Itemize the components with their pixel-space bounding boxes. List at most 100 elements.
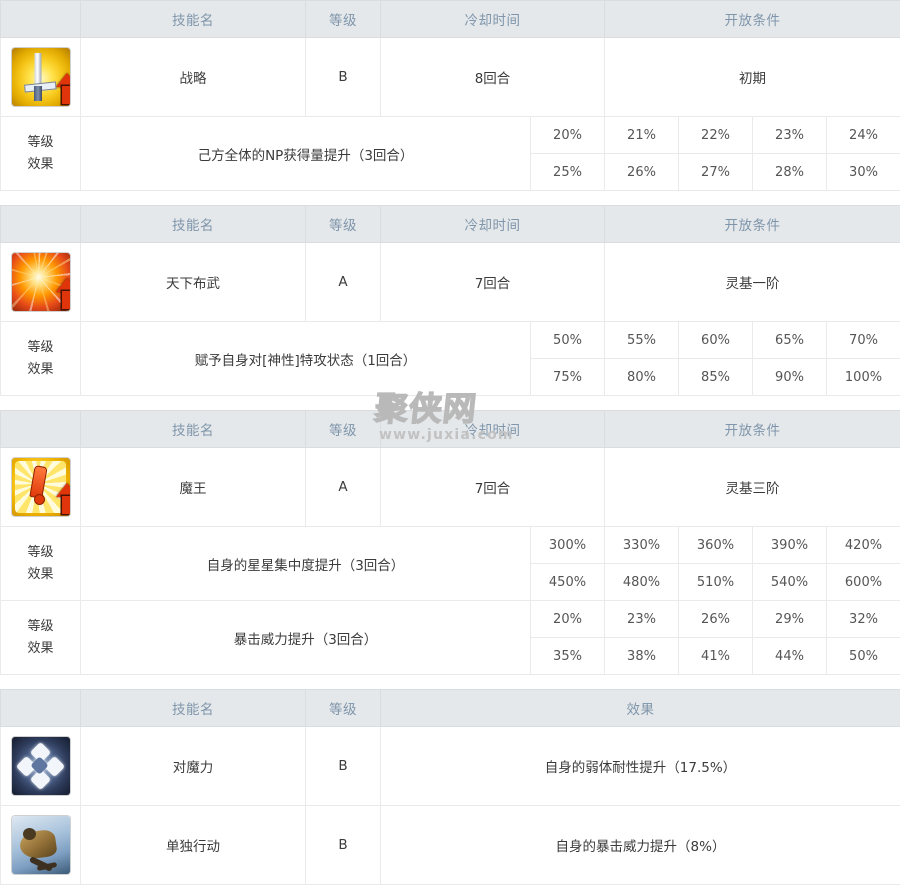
header-rank: 等级	[306, 411, 381, 448]
header-cooldown: 冷却时间	[381, 206, 605, 243]
header-icon-blank	[1, 411, 81, 448]
skill-unlock: 灵基三阶	[605, 448, 900, 527]
skill-icon-cell	[1, 448, 81, 527]
effect-value: 29%	[753, 601, 827, 638]
effect-value: 360%	[679, 527, 753, 564]
header-icon-blank	[1, 1, 81, 38]
skill-effect: 自身的暴击威力提升（8%）	[381, 806, 900, 885]
level-effect-label: 等级 效果	[1, 527, 81, 601]
passive-skill-row: 对魔力 B 自身的弱体耐性提升（17.5%）	[1, 727, 900, 806]
table-gap	[0, 396, 900, 410]
effect-value: 25%	[531, 154, 605, 191]
effect-value: 32%	[827, 601, 900, 638]
effect-value: 450%	[531, 564, 605, 601]
level-effect-label-line1: 等级	[1, 542, 80, 563]
level-effect-row-a: 等级 效果 自身的星星集中度提升（3回合） 300% 330% 360% 390…	[1, 527, 900, 564]
level-effect-label: 等级 效果	[1, 117, 81, 191]
effect-description: 己方全体的NP获得量提升（3回合）	[81, 117, 531, 191]
header-rank: 等级	[306, 206, 381, 243]
skill-icon-cell	[1, 727, 81, 806]
skill-name: 战略	[81, 38, 306, 117]
effect-value: 23%	[605, 601, 679, 638]
effect-value: 540%	[753, 564, 827, 601]
header-skill-name: 技能名	[81, 690, 306, 727]
level-effect-label-line2: 效果	[1, 638, 80, 659]
effect-value: 44%	[753, 638, 827, 675]
passive-skill-row: 单独行动 B 自身的暴击威力提升（8%）	[1, 806, 900, 885]
header-unlock: 开放条件	[605, 1, 900, 38]
table-header-row: 技能名 等级 冷却时间 开放条件	[1, 206, 900, 243]
skill-cooldown: 7回合	[381, 243, 605, 322]
effect-value: 26%	[605, 154, 679, 191]
skill-name: 天下布武	[81, 243, 306, 322]
effect-value: 480%	[605, 564, 679, 601]
skill-rank: B	[306, 806, 381, 885]
effect-value: 65%	[753, 322, 827, 359]
level-effect-label: 等级 效果	[1, 601, 81, 675]
effect-value: 60%	[679, 322, 753, 359]
skill-rank: B	[306, 727, 381, 806]
level-effect-label-line1: 等级	[1, 616, 80, 637]
level-effect-label: 等级 效果	[1, 322, 81, 396]
exclamation-buff-icon	[12, 458, 70, 516]
skill-rank: A	[306, 448, 381, 527]
effect-description: 自身的星星集中度提升（3回合）	[81, 527, 531, 601]
skill-summary-row: 天下布武 A 7回合 灵基一阶	[1, 243, 900, 322]
effect-value: 80%	[605, 359, 679, 396]
active-skill-table-2: 技能名 等级 冷却时间 开放条件 天下布武 A 7回合 灵基一阶 等级 效果 赋…	[0, 205, 900, 396]
magic-resistance-icon	[12, 737, 70, 795]
header-cooldown: 冷却时间	[381, 411, 605, 448]
effect-value: 20%	[531, 601, 605, 638]
header-skill-name: 技能名	[81, 206, 306, 243]
skill-icon-cell	[1, 38, 81, 117]
table-header-row: 技能名 等级 冷却时间 开放条件	[1, 411, 900, 448]
table-header-row: 技能名 等级 效果	[1, 690, 900, 727]
effect-value: 55%	[605, 322, 679, 359]
active-skill-table-1: 技能名 等级 冷却时间 开放条件 战略 B 8回合 初期 等级 效果 己方全体的…	[0, 0, 900, 191]
level-effect-row-a: 等级 效果 赋予自身对[神性]特攻状态（1回合） 50% 55% 60% 65%…	[1, 322, 900, 359]
effect-value: 100%	[827, 359, 900, 396]
effect-value: 420%	[827, 527, 900, 564]
table-gap	[0, 191, 900, 205]
header-skill-name: 技能名	[81, 411, 306, 448]
level-effect-label-line2: 效果	[1, 359, 80, 380]
header-unlock: 开放条件	[605, 206, 900, 243]
header-icon-blank	[1, 206, 81, 243]
effect-value: 38%	[605, 638, 679, 675]
effect-value: 35%	[531, 638, 605, 675]
skill-cooldown: 7回合	[381, 448, 605, 527]
skill-effect: 自身的弱体耐性提升（17.5%）	[381, 727, 900, 806]
explosion-buff-icon	[12, 253, 70, 311]
header-rank: 等级	[306, 1, 381, 38]
skill-icon-cell	[1, 806, 81, 885]
effect-value: 330%	[605, 527, 679, 564]
skill-name: 对魔力	[81, 727, 306, 806]
effect-value: 28%	[753, 154, 827, 191]
effect-description: 暴击威力提升（3回合）	[81, 601, 531, 675]
effect-value: 85%	[679, 359, 753, 396]
effect-value: 24%	[827, 117, 900, 154]
effect-value: 50%	[531, 322, 605, 359]
effect-value: 21%	[605, 117, 679, 154]
effect-value: 510%	[679, 564, 753, 601]
effect-value: 70%	[827, 322, 900, 359]
effect-description: 赋予自身对[神性]特攻状态（1回合）	[81, 322, 531, 396]
effect-value: 23%	[753, 117, 827, 154]
table-header-row: 技能名 等级 冷却时间 开放条件	[1, 1, 900, 38]
header-unlock: 开放条件	[605, 411, 900, 448]
level-effect-label-line2: 效果	[1, 154, 80, 175]
skill-summary-row: 魔王 A 7回合 灵基三阶	[1, 448, 900, 527]
effect-value: 41%	[679, 638, 753, 675]
skill-name: 单独行动	[81, 806, 306, 885]
header-cooldown: 冷却时间	[381, 1, 605, 38]
header-icon-blank	[1, 690, 81, 727]
skill-name: 魔王	[81, 448, 306, 527]
passive-skill-table: 技能名 等级 效果 对魔力 B 自身的弱体耐性提升（17.5%） 单独行动 B …	[0, 689, 900, 885]
effect-value: 27%	[679, 154, 753, 191]
skill-cooldown: 8回合	[381, 38, 605, 117]
skill-rank: B	[306, 38, 381, 117]
level-effect-label-line2: 效果	[1, 564, 80, 585]
effect-value: 20%	[531, 117, 605, 154]
header-skill-name: 技能名	[81, 1, 306, 38]
skill-summary-row: 战略 B 8回合 初期	[1, 38, 900, 117]
